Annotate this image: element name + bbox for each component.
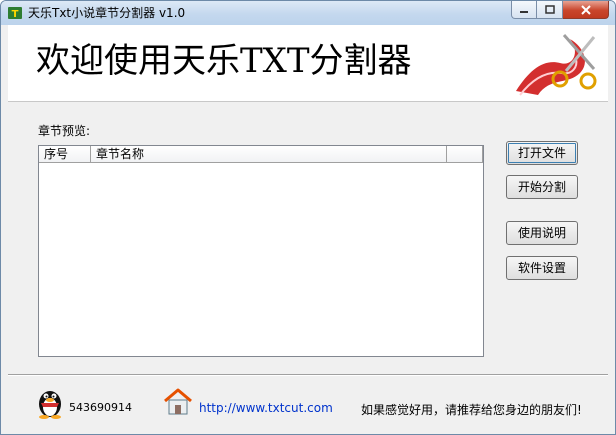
app-window: T 天乐Txt小说章节分割器 v1.0 欢迎使用天乐TXT分割器 章节预览: 序… — [0, 0, 616, 435]
chapter-list[interactable]: 序号 章节名称 — [38, 145, 484, 357]
open-file-button[interactable]: 打开文件 — [506, 141, 578, 165]
close-icon — [580, 4, 591, 15]
scissors-ribbon-icon — [516, 34, 597, 96]
main-panel: 章节预览: 序号 章节名称 打开文件 开始分割 使用说明 软件设置 — [8, 102, 608, 374]
maximize-button[interactable] — [537, 1, 563, 19]
house-icon — [164, 388, 192, 415]
app-icon: T — [8, 7, 22, 20]
website-link[interactable]: http://www.txtcut.com — [199, 401, 333, 415]
recommend-message: 如果感觉好用，请推荐给您身边的朋友们! — [361, 403, 582, 417]
chapter-list-header: 序号 章节名称 — [39, 146, 483, 163]
column-header-filler[interactable] — [447, 146, 483, 163]
minimize-button[interactable] — [511, 1, 537, 19]
instructions-button[interactable]: 使用说明 — [506, 221, 578, 245]
close-button[interactable] — [563, 1, 609, 19]
minimize-icon — [520, 10, 528, 13]
svg-text:T: T — [12, 9, 19, 20]
column-header-index[interactable]: 序号 — [39, 146, 91, 163]
window-title: 天乐Txt小说章节分割器 v1.0 — [28, 6, 186, 20]
start-split-button[interactable]: 开始分割 — [506, 175, 578, 199]
column-header-chapter-name[interactable]: 章节名称 — [91, 146, 447, 163]
chapter-preview-label: 章节预览: — [38, 124, 91, 138]
qq-number: 543690914 — [69, 401, 132, 414]
banner: 欢迎使用天乐TXT分割器 — [8, 25, 608, 102]
qq-penguin-icon — [39, 391, 61, 419]
settings-button[interactable]: 软件设置 — [506, 256, 578, 280]
title-bar[interactable]: T 天乐Txt小说章节分割器 v1.0 — [1, 1, 615, 25]
banner-title: 欢迎使用天乐TXT分割器 — [36, 41, 412, 81]
footer-divider — [8, 374, 608, 376]
maximize-icon — [544, 5, 555, 14]
window-controls — [511, 1, 609, 19]
